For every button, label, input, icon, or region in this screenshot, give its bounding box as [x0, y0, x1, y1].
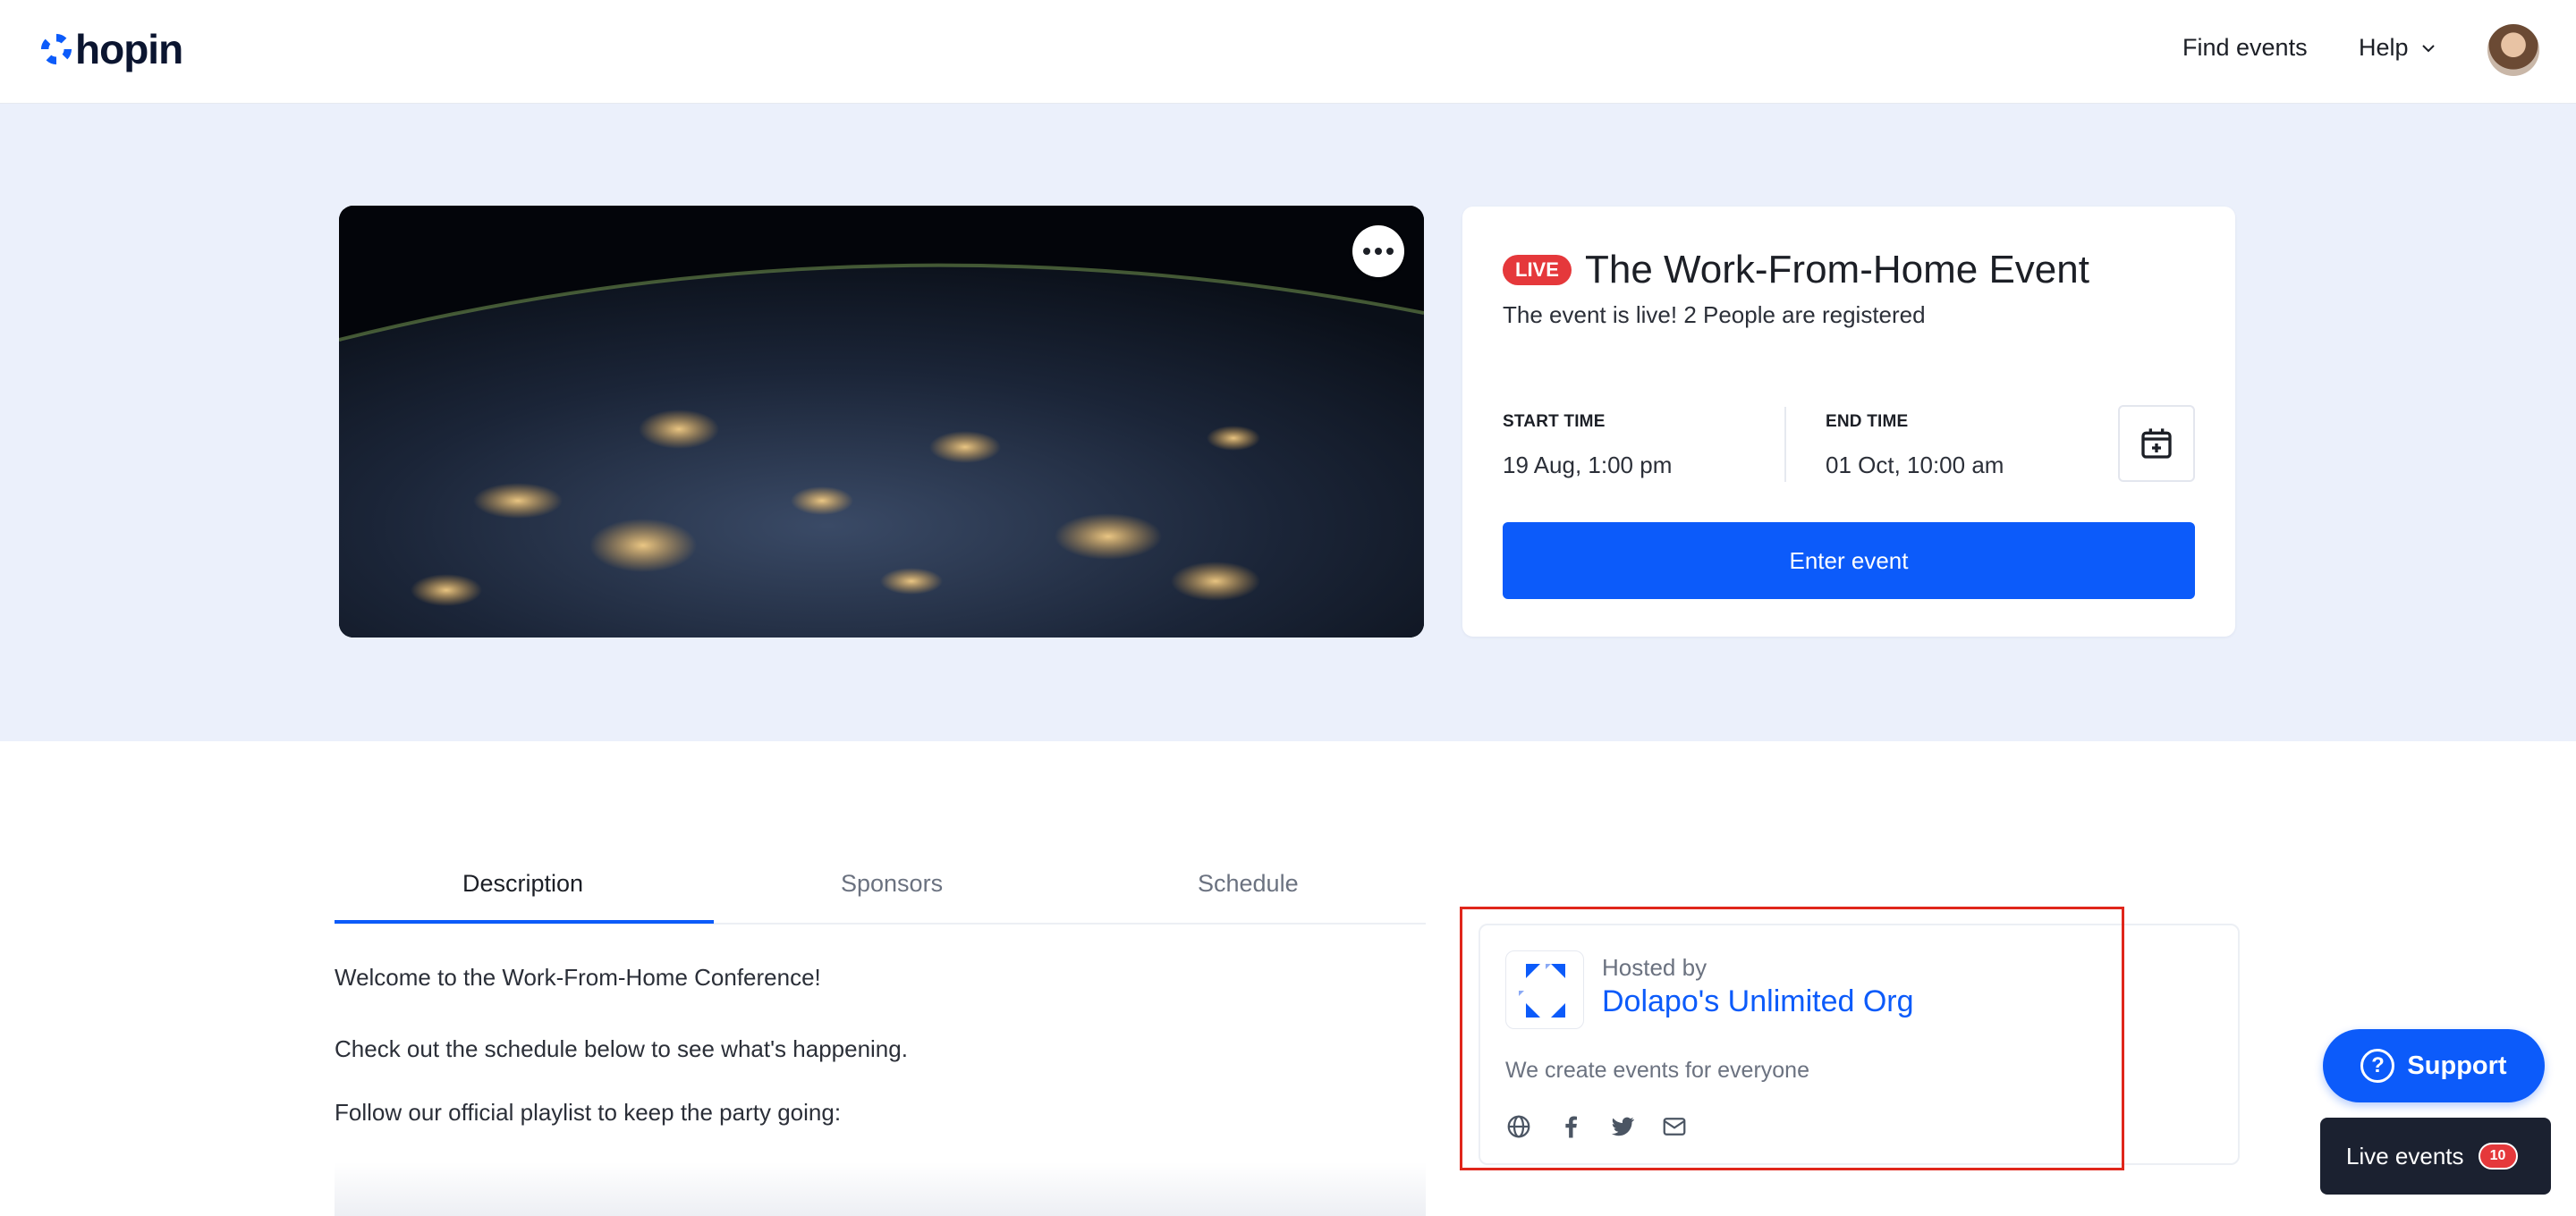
- twitter-icon[interactable]: [1609, 1113, 1636, 1140]
- org-name-link[interactable]: Dolapo's Unlimited Org: [1602, 984, 1914, 1019]
- embed-preview-edge: [335, 1162, 1426, 1216]
- help-circle-icon: ?: [2360, 1049, 2395, 1083]
- active-tab-indicator: [335, 920, 714, 924]
- more-options-button[interactable]: [1352, 225, 1404, 277]
- mail-icon[interactable]: [1661, 1113, 1688, 1140]
- facebook-icon[interactable]: [1557, 1113, 1584, 1140]
- add-to-calendar-button[interactable]: [2118, 405, 2195, 482]
- globe-icon[interactable]: [1505, 1113, 1532, 1140]
- host-card: Hosted by Dolapo's Unlimited Org We crea…: [1479, 924, 2240, 1165]
- live-events-button[interactable]: Live events 10: [2320, 1118, 2551, 1195]
- nav-find-events[interactable]: Find events: [2182, 34, 2308, 62]
- support-button[interactable]: ? Support: [2323, 1029, 2545, 1102]
- event-info-card: LIVE The Work-From-Home Event The event …: [1462, 207, 2235, 637]
- start-time-block: START TIME 19 Aug, 1:00 pm: [1503, 412, 1672, 479]
- tab-sponsors[interactable]: Sponsors: [841, 870, 943, 898]
- time-divider: [1784, 407, 1786, 482]
- end-time-block: END TIME 01 Oct, 10:00 am: [1826, 412, 2004, 479]
- nav-help-label: Help: [2359, 34, 2409, 61]
- description-line: Follow our official playlist to keep the…: [335, 1099, 842, 1126]
- more-horizontal-icon: [1363, 248, 1370, 255]
- start-time-label: START TIME: [1503, 412, 1606, 431]
- hopin-logo[interactable]: hopin: [39, 26, 183, 72]
- org-tagline: We create events for everyone: [1505, 1058, 1809, 1083]
- org-logo[interactable]: [1505, 950, 1584, 1029]
- event-status-text: The event is live! 2 People are register…: [1503, 301, 1926, 328]
- live-events-count-badge: 10: [2478, 1143, 2518, 1170]
- live-badge: LIVE: [1503, 255, 1572, 285]
- nav-help[interactable]: Help: [2359, 34, 2437, 62]
- description-line: Welcome to the Work-From-Home Conference…: [335, 964, 821, 991]
- description-line: Check out the schedule below to see what…: [335, 1035, 908, 1062]
- tab-description[interactable]: Description: [462, 870, 583, 898]
- hopin-logo-icon: [40, 33, 72, 65]
- support-label: Support: [2407, 1051, 2507, 1080]
- user-avatar[interactable]: [2487, 24, 2539, 76]
- event-banner-image: [339, 206, 1424, 638]
- end-time-value: 01 Oct, 10:00 am: [1826, 452, 2004, 478]
- live-events-label: Live events: [2346, 1142, 2464, 1170]
- chevron-down-icon: [2421, 44, 2435, 52]
- event-title: The Work-From-Home Event: [1585, 248, 2089, 291]
- brand-name: hopin: [75, 26, 183, 72]
- top-header: hopin Find events Help: [0, 0, 2576, 104]
- calendar-add-icon: [2141, 428, 2172, 459]
- event-tabs: Description Sponsors Schedule: [335, 858, 1426, 925]
- start-time-value: 19 Aug, 1:00 pm: [1503, 452, 1673, 478]
- end-time-label: END TIME: [1826, 412, 1909, 431]
- tab-schedule[interactable]: Schedule: [1198, 870, 1299, 898]
- social-links: [1505, 1113, 1688, 1140]
- enter-event-button[interactable]: Enter event: [1503, 522, 2195, 599]
- hosted-by-label: Hosted by: [1602, 954, 1707, 981]
